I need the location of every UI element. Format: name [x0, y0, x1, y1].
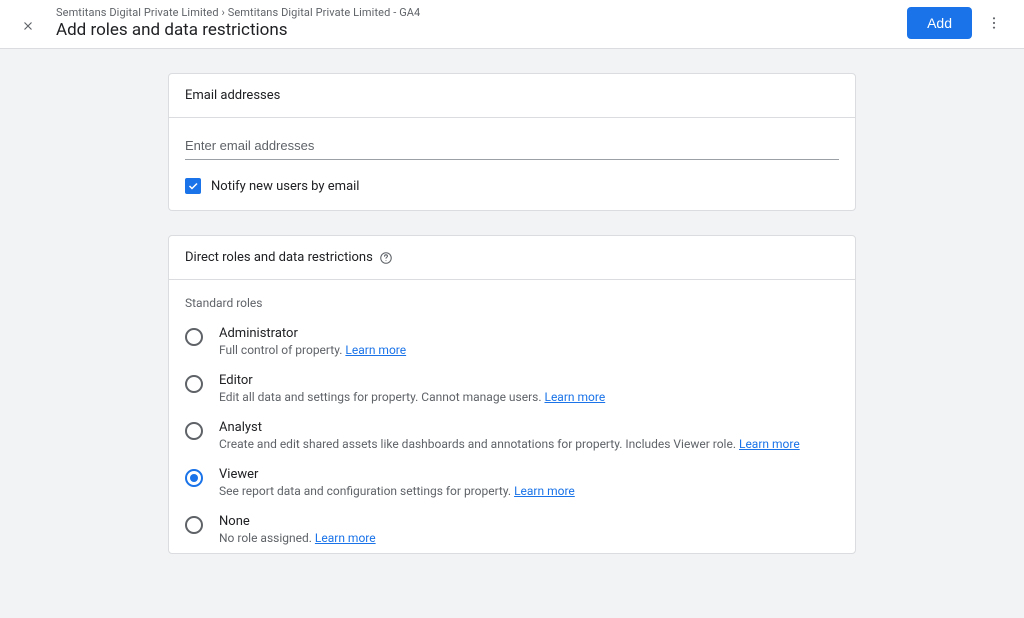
role-title: Editor	[219, 373, 839, 388]
notify-label: Notify new users by email	[211, 179, 359, 194]
roles-card: Direct roles and data restrictions Stand…	[168, 235, 856, 554]
roles-list: Administrator Full control of property. L…	[169, 318, 855, 553]
role-radio-analyst[interactable]	[185, 422, 203, 440]
notify-row[interactable]: Notify new users by email	[185, 178, 839, 194]
role-description: Full control of property. Learn more	[219, 343, 839, 357]
header-right: Add	[907, 7, 1008, 39]
learn-more-link[interactable]: Learn more	[514, 484, 575, 498]
page-title: Add roles and data restrictions	[56, 20, 420, 40]
add-button[interactable]: Add	[907, 7, 972, 39]
help-icon[interactable]	[379, 251, 393, 265]
role-description: See report data and configuration settin…	[219, 484, 839, 498]
email-card-body: Notify new users by email	[169, 118, 855, 210]
roles-card-body: Standard roles Administrator Full control…	[169, 280, 855, 553]
role-text: Analyst Create and edit shared assets lik…	[219, 420, 839, 451]
email-card-header: Email addresses	[169, 74, 855, 118]
role-description: Create and edit shared assets like dashb…	[219, 437, 839, 451]
role-title: Analyst	[219, 420, 839, 435]
role-title: Administrator	[219, 326, 839, 341]
standard-roles-label: Standard roles	[169, 280, 855, 318]
role-row-viewer[interactable]: Viewer See report data and configuration …	[169, 459, 855, 506]
close-button[interactable]	[16, 14, 40, 38]
role-text: Editor Edit all data and settings for pro…	[219, 373, 839, 404]
content: Email addresses Notify new users by emai…	[168, 73, 856, 618]
more-menu-button[interactable]	[980, 9, 1008, 37]
check-icon	[187, 180, 199, 192]
role-row-none[interactable]: None No role assigned. Learn more	[169, 506, 855, 553]
header-left: Semtitans Digital Private Limited › Semt…	[16, 6, 907, 40]
roles-card-header: Direct roles and data restrictions	[169, 236, 855, 280]
page-header: Semtitans Digital Private Limited › Semt…	[0, 0, 1024, 49]
email-input[interactable]	[185, 134, 839, 160]
role-row-editor[interactable]: Editor Edit all data and settings for pro…	[169, 365, 855, 412]
close-icon	[21, 19, 35, 33]
role-desc-text: No role assigned.	[219, 531, 315, 545]
roles-card-title: Direct roles and data restrictions	[185, 250, 373, 265]
role-text: None No role assigned. Learn more	[219, 514, 839, 545]
role-radio-none[interactable]	[185, 516, 203, 534]
learn-more-link[interactable]: Learn more	[315, 531, 376, 545]
role-desc-text: Create and edit shared assets like dashb…	[219, 437, 739, 451]
role-title: Viewer	[219, 467, 839, 482]
role-description: Edit all data and settings for property.…	[219, 390, 839, 404]
role-text: Administrator Full control of property. L…	[219, 326, 839, 357]
role-row-administrator[interactable]: Administrator Full control of property. L…	[169, 318, 855, 365]
role-title: None	[219, 514, 839, 529]
learn-more-link[interactable]: Learn more	[544, 390, 605, 404]
role-row-analyst[interactable]: Analyst Create and edit shared assets lik…	[169, 412, 855, 459]
role-radio-administrator[interactable]	[185, 328, 203, 346]
notify-checkbox[interactable]	[185, 178, 201, 194]
role-text: Viewer See report data and configuration …	[219, 467, 839, 498]
role-desc-text: See report data and configuration settin…	[219, 484, 514, 498]
role-desc-text: Edit all data and settings for property.…	[219, 390, 544, 404]
role-description: No role assigned. Learn more	[219, 531, 839, 545]
role-desc-text: Full control of property.	[219, 343, 345, 357]
title-block: Semtitans Digital Private Limited › Semt…	[56, 6, 420, 40]
learn-more-link[interactable]: Learn more	[739, 437, 800, 451]
email-card: Email addresses Notify new users by emai…	[168, 73, 856, 211]
more-vert-icon	[986, 15, 1002, 31]
learn-more-link[interactable]: Learn more	[345, 343, 406, 357]
role-radio-editor[interactable]	[185, 375, 203, 393]
breadcrumb: Semtitans Digital Private Limited › Semt…	[56, 6, 420, 19]
role-radio-viewer[interactable]	[185, 469, 203, 487]
